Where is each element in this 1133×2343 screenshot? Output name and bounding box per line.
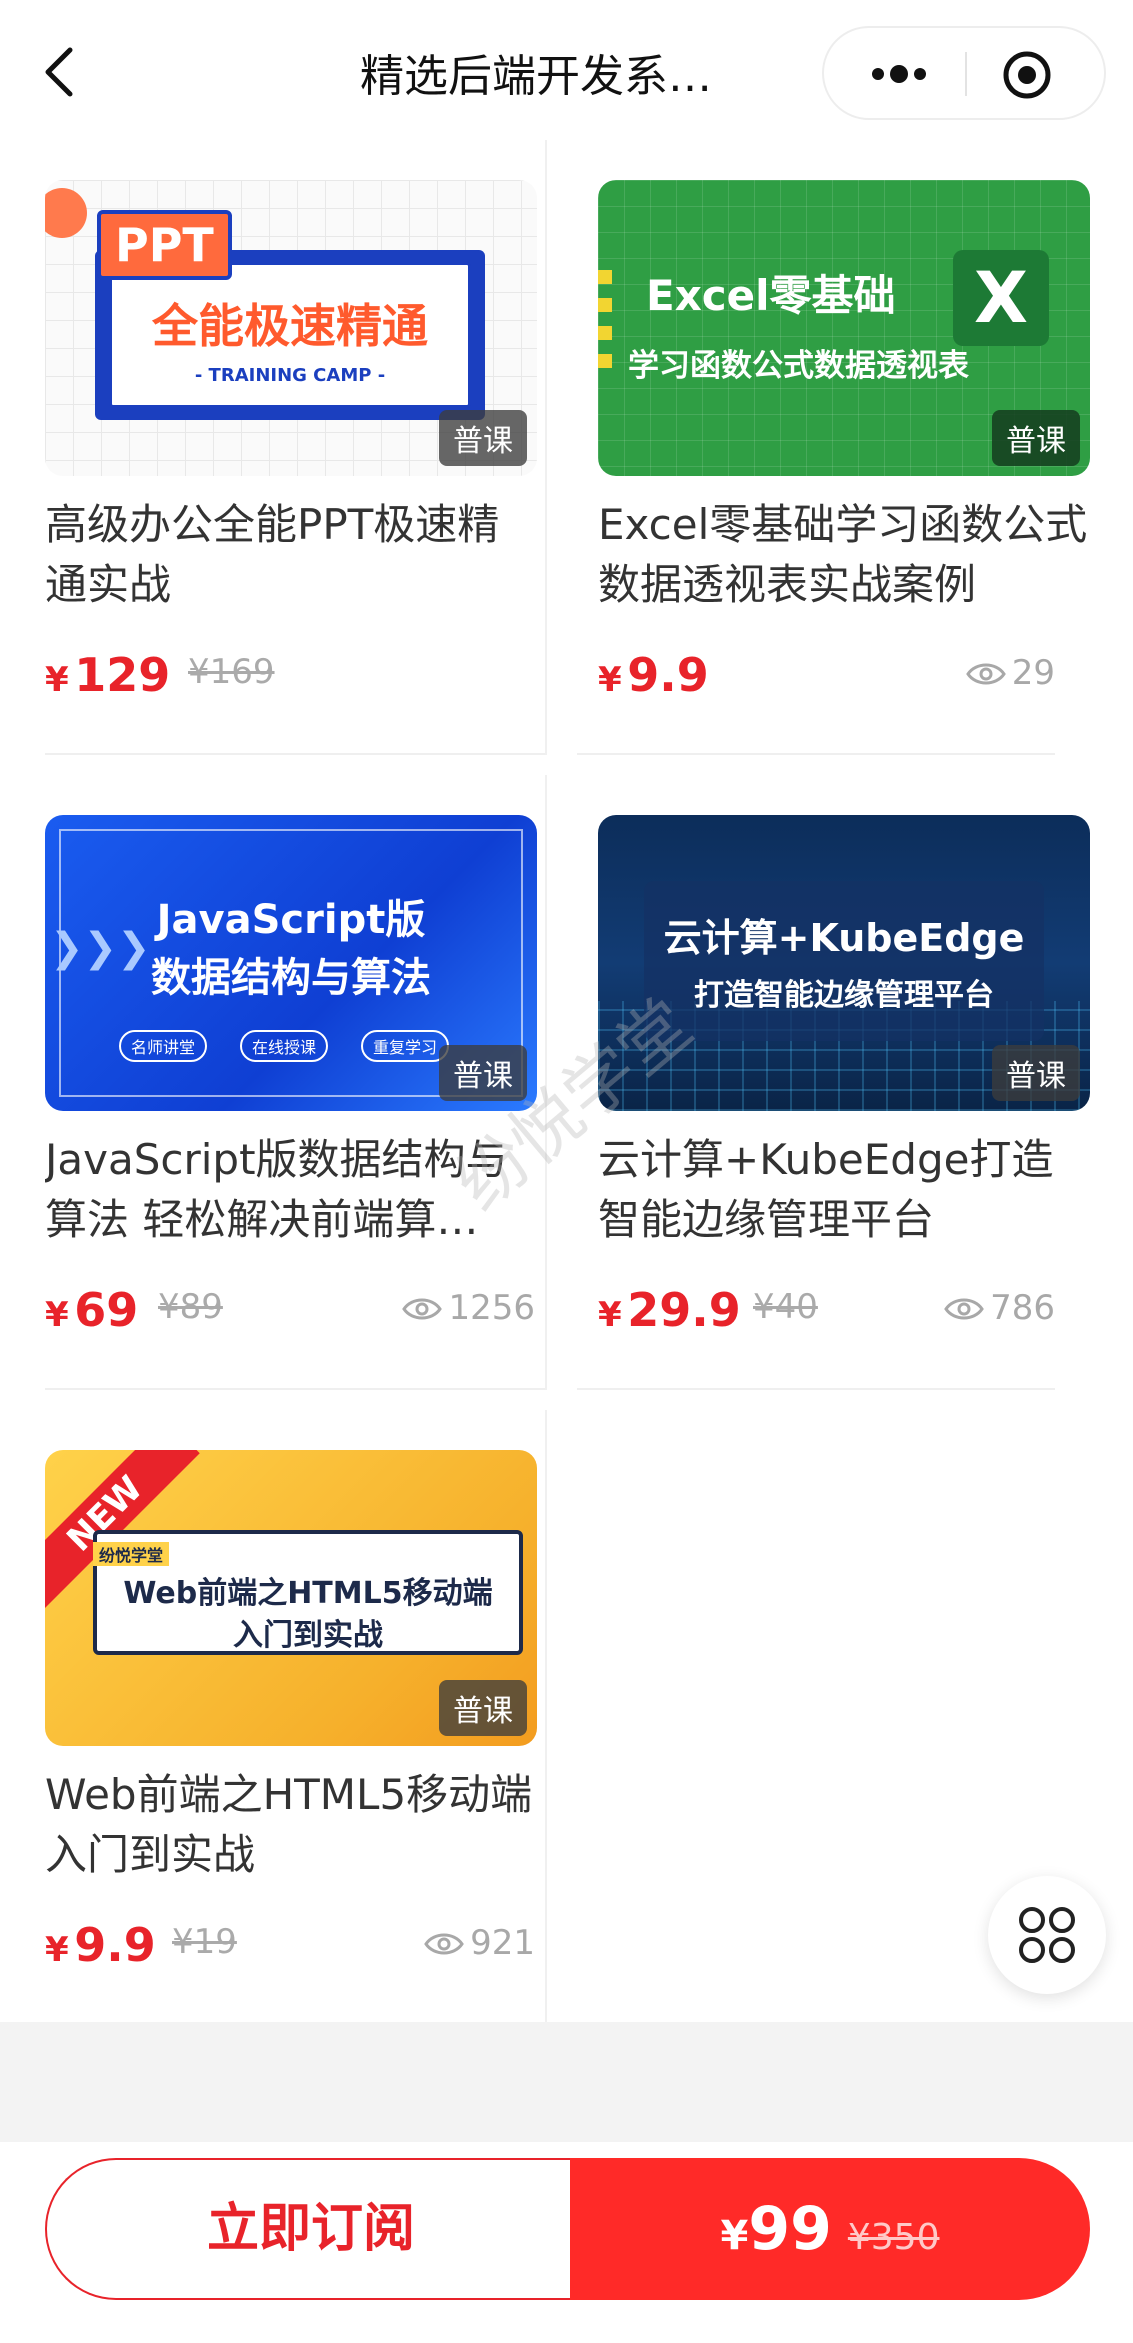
eye-icon: [424, 1933, 464, 1955]
course-card[interactable]: NEW 纷悦学堂 Web前端之HTML5移动端 入门到实战 普课 Web前端之H…: [0, 1410, 547, 2022]
thumb-subline: - TRAINING CAMP -: [194, 365, 386, 386]
thumb-tag: 在线授课: [240, 1030, 329, 1062]
top-nav-bar: 精选后端开发系…: [0, 0, 1133, 140]
decor-dot: [45, 188, 87, 238]
course-price: ¥ 29.9: [598, 1283, 741, 1337]
purchase-bar: 立即订阅 ¥99 ¥350: [0, 2142, 1133, 2343]
buy-button[interactable]: ¥99 ¥350: [570, 2158, 1090, 2300]
course-title: Web前端之HTML5移动端入门到实战: [45, 1770, 533, 1879]
original-price: ¥40: [753, 1287, 818, 1327]
course-price: ¥ 9.9: [598, 648, 709, 702]
course-thumbnail: NEW 纷悦学堂 Web前端之HTML5移动端 入门到实战 普课: [45, 1450, 537, 1746]
course-title: 高级办公全能PPT极速精通实战: [45, 500, 500, 609]
thumb-tag: 重复学习: [361, 1030, 450, 1062]
thumb-subline: 数据结构与算法: [151, 955, 431, 1001]
eye-icon: [402, 1298, 443, 1320]
course-thumbnail: Excel零基础 X 学习函数公式数据透视表 普课: [598, 180, 1090, 476]
course-type-badge: 普课: [992, 410, 1080, 466]
brand-label: 纷悦学堂: [93, 1542, 170, 1566]
original-price: ¥19: [172, 1922, 237, 1962]
course-type-badge: 普课: [439, 1680, 527, 1736]
back-arrow-icon[interactable]: [40, 42, 80, 102]
decor-stripes: [598, 270, 612, 380]
view-count: 29: [965, 653, 1055, 693]
course-title: 云计算+KubeEdge打造智能边缘管理平台: [598, 1135, 1054, 1244]
card-divider: [577, 1388, 1055, 1390]
clover-grid-icon: [1019, 1907, 1075, 1963]
thumb-headline: 全能极速精通: [152, 299, 428, 353]
page-bottom-spacer: [0, 2022, 1133, 2142]
eye-icon: [965, 663, 1006, 685]
grid-menu-button[interactable]: [988, 1876, 1106, 1994]
course-title: Excel零基础学习函数公式数据透视表实战案例: [598, 500, 1088, 609]
original-price: ¥350: [847, 2217, 940, 2258]
miniprogram-capsule: [822, 26, 1106, 120]
thumb-tag: 名师讲堂: [119, 1030, 208, 1062]
course-price: ¥ 9.9: [45, 1918, 156, 1972]
course-thumbnail: PPT 全能极速精通 - TRAINING CAMP - 普课: [45, 180, 537, 476]
course-card[interactable]: ❯❯❯ JavaScript版 数据结构与算法 名师讲堂 在线授课 重复学习 普…: [0, 775, 547, 1390]
course-type-badge: 普课: [439, 410, 527, 466]
subscribe-button[interactable]: 立即订阅: [45, 2158, 575, 2300]
original-price: ¥169: [188, 652, 275, 692]
thumb-subline: 入门到实战: [233, 1618, 383, 1653]
view-count: 1256: [402, 1288, 535, 1328]
thumb-headline: JavaScript版: [156, 897, 426, 943]
card-divider: [45, 1388, 545, 1390]
card-divider: [45, 753, 545, 755]
course-card[interactable]: Excel零基础 X 学习函数公式数据透视表 普课 Excel零基础学习函数公式…: [555, 140, 1100, 755]
course-type-badge: 普课: [992, 1045, 1080, 1101]
course-price: ¥ 69: [45, 1283, 139, 1337]
original-price: ¥89: [158, 1287, 223, 1327]
thumb-tag: PPT: [97, 210, 232, 280]
thumb-headline: 云计算+KubeEdge: [663, 916, 1025, 960]
thumb-subline: 学习函数公式数据透视表: [628, 348, 969, 384]
capsule-divider: [965, 52, 967, 96]
thumb-headline: Web前端之HTML5移动端: [123, 1576, 493, 1611]
eye-icon: [944, 1298, 984, 1320]
course-price: ¥ 129: [45, 648, 171, 702]
course-card[interactable]: PPT 全能极速精通 - TRAINING CAMP - 普课 高级办公全能PP…: [0, 140, 547, 755]
view-count: 921: [424, 1923, 535, 1963]
view-count: 786: [944, 1288, 1055, 1328]
course-thumbnail: ❯❯❯ JavaScript版 数据结构与算法 名师讲堂 在线授课 重复学习 普…: [45, 815, 537, 1111]
page-title: 精选后端开发系…: [360, 51, 712, 102]
card-divider: [577, 753, 1055, 755]
close-miniprogram-icon[interactable]: [1002, 50, 1052, 100]
excel-logo-icon: X: [953, 250, 1049, 346]
more-dots-icon[interactable]: [864, 52, 934, 96]
thumb-headline: Excel零基础: [646, 271, 896, 320]
